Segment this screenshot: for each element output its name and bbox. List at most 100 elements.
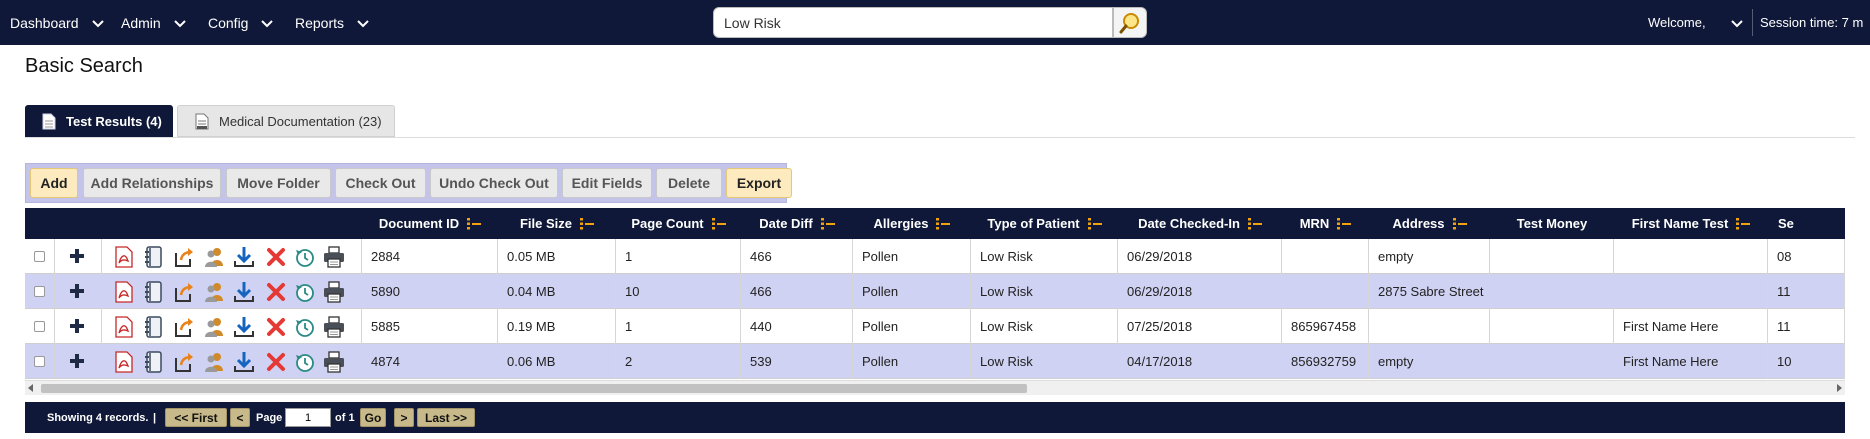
delete-x-icon[interactable] xyxy=(265,351,287,373)
delete-button[interactable]: Delete xyxy=(656,168,722,198)
users-icon[interactable] xyxy=(203,351,225,373)
column-header-page-count[interactable]: Page Count xyxy=(616,208,741,239)
column-header-date-diff[interactable]: Date Diff xyxy=(741,208,853,239)
expand-row-icon[interactable] xyxy=(69,248,85,264)
column-header-mrn[interactable]: MRN xyxy=(1282,208,1369,239)
column-header-allergies[interactable]: Allergies xyxy=(853,208,971,239)
move-folder-button[interactable]: Move Folder xyxy=(226,168,331,198)
first-page-button[interactable]: << First xyxy=(165,408,227,427)
history-icon[interactable] xyxy=(294,281,316,303)
column-menu-icon[interactable] xyxy=(1337,217,1352,230)
history-icon[interactable] xyxy=(294,351,316,373)
column-header-file-size[interactable]: File Size xyxy=(498,208,616,239)
next-page-button[interactable]: > xyxy=(394,408,414,427)
column-header-test-money[interactable]: Test Money xyxy=(1490,208,1614,239)
pdf-icon[interactable] xyxy=(113,281,135,303)
table-row[interactable]: 5890 0.04 MB 10 466 Pollen Low Risk 06/29/2018… xyxy=(25,274,1845,309)
export-arrow-icon[interactable] xyxy=(173,281,195,303)
table-row[interactable]: 4874 0.06 MB 2 539 Pollen Low Risk 04/17/2018 8… xyxy=(25,344,1845,379)
download-icon[interactable] xyxy=(233,281,255,303)
nav-reports[interactable]: Reports xyxy=(295,0,370,45)
prev-page-button[interactable]: < xyxy=(230,408,250,427)
column-header-date-checked-in[interactable]: Date Checked-In xyxy=(1118,208,1282,239)
add-button[interactable]: Add xyxy=(30,168,78,198)
download-icon[interactable] xyxy=(233,246,255,268)
export-arrow-icon[interactable] xyxy=(173,246,195,268)
column-menu-icon[interactable] xyxy=(711,217,726,230)
tab-test-results[interactable]: Test Results (4) xyxy=(25,105,173,137)
search-input[interactable] xyxy=(713,7,1113,38)
export-button[interactable]: Export xyxy=(726,168,792,198)
history-icon[interactable] xyxy=(294,246,316,268)
print-icon[interactable] xyxy=(323,316,345,338)
column-menu-icon[interactable] xyxy=(1247,217,1262,230)
print-icon[interactable] xyxy=(323,281,345,303)
undo-check-out-button[interactable]: Undo Check Out xyxy=(430,168,558,198)
table-row[interactable]: 2884 0.05 MB 1 466 Pollen Low Risk 06/29/2018 e… xyxy=(25,239,1845,274)
horizontal-scrollbar[interactable] xyxy=(25,380,1845,395)
tab-medical-documentation[interactable]: Medical Documentation (23) xyxy=(177,105,395,137)
search-button[interactable] xyxy=(1113,7,1147,38)
cell-page-count: 1 xyxy=(616,309,741,344)
print-icon[interactable] xyxy=(323,351,345,373)
column-header-label: Date Checked-In xyxy=(1138,216,1240,231)
nav-config-label: Config xyxy=(208,14,249,31)
expand-row-icon[interactable] xyxy=(69,283,85,299)
scrollbar-thumb[interactable] xyxy=(41,384,1027,393)
column-header-first-name-test[interactable]: First Name Test xyxy=(1614,208,1768,239)
row-select-cell xyxy=(25,344,55,379)
row-checkbox[interactable] xyxy=(34,321,45,332)
column-menu-icon[interactable] xyxy=(1736,217,1751,230)
pdf-icon[interactable] xyxy=(113,316,135,338)
column-header-document-id[interactable]: Document ID xyxy=(362,208,498,239)
column-header-address[interactable]: Address xyxy=(1369,208,1490,239)
column-menu-icon[interactable] xyxy=(467,217,482,230)
history-icon[interactable] xyxy=(294,316,316,338)
pdf-icon[interactable] xyxy=(113,246,135,268)
delete-x-icon[interactable] xyxy=(265,281,287,303)
check-out-button[interactable]: Check Out xyxy=(335,168,426,198)
scroll-left-arrow[interactable] xyxy=(28,384,33,392)
column-header-se[interactable]: Se xyxy=(1768,208,1845,239)
column-menu-icon[interactable] xyxy=(820,217,835,230)
download-icon[interactable] xyxy=(233,316,255,338)
delete-x-icon[interactable] xyxy=(265,316,287,338)
row-checkbox[interactable] xyxy=(34,286,45,297)
column-menu-icon[interactable] xyxy=(936,217,951,230)
cell-date-diff: 539 xyxy=(741,344,853,379)
download-icon[interactable] xyxy=(233,351,255,373)
nav-admin[interactable]: Admin xyxy=(121,0,187,45)
notebook-icon[interactable] xyxy=(143,246,165,268)
add-relationships-button[interactable]: Add Relationships xyxy=(83,168,221,198)
scroll-right-arrow[interactable] xyxy=(1837,384,1842,392)
expand-row-icon[interactable] xyxy=(69,353,85,369)
column-header-type-of-patient[interactable]: Type of Patient xyxy=(971,208,1118,239)
users-icon[interactable] xyxy=(203,281,225,303)
users-icon[interactable] xyxy=(203,246,225,268)
pdf-icon[interactable] xyxy=(113,351,135,373)
notebook-icon[interactable] xyxy=(143,281,165,303)
page-number-input[interactable] xyxy=(285,408,331,427)
nav-dashboard-label: Dashboard xyxy=(10,14,79,31)
notebook-icon[interactable] xyxy=(143,316,165,338)
row-checkbox[interactable] xyxy=(34,251,45,262)
row-checkbox[interactable] xyxy=(34,356,45,367)
nav-admin-label: Admin xyxy=(121,14,161,31)
nav-config[interactable]: Config xyxy=(208,0,274,45)
column-menu-icon[interactable] xyxy=(580,217,595,230)
expand-row-icon[interactable] xyxy=(69,318,85,334)
users-icon[interactable] xyxy=(203,316,225,338)
go-button[interactable]: Go xyxy=(360,408,386,427)
print-icon[interactable] xyxy=(323,246,345,268)
table-row[interactable]: 5885 0.19 MB 1 440 Pollen Low Risk 07/25/2018 8… xyxy=(25,309,1845,344)
delete-x-icon[interactable] xyxy=(265,246,287,268)
user-menu[interactable]: Welcome, xyxy=(1648,0,1744,45)
last-page-button[interactable]: Last >> xyxy=(417,408,475,427)
column-menu-icon[interactable] xyxy=(1452,217,1467,230)
nav-dashboard[interactable]: Dashboard xyxy=(10,0,105,45)
edit-fields-button[interactable]: Edit Fields xyxy=(562,168,652,198)
notebook-icon[interactable] xyxy=(143,351,165,373)
export-arrow-icon[interactable] xyxy=(173,316,195,338)
export-arrow-icon[interactable] xyxy=(173,351,195,373)
column-menu-icon[interactable] xyxy=(1087,217,1102,230)
